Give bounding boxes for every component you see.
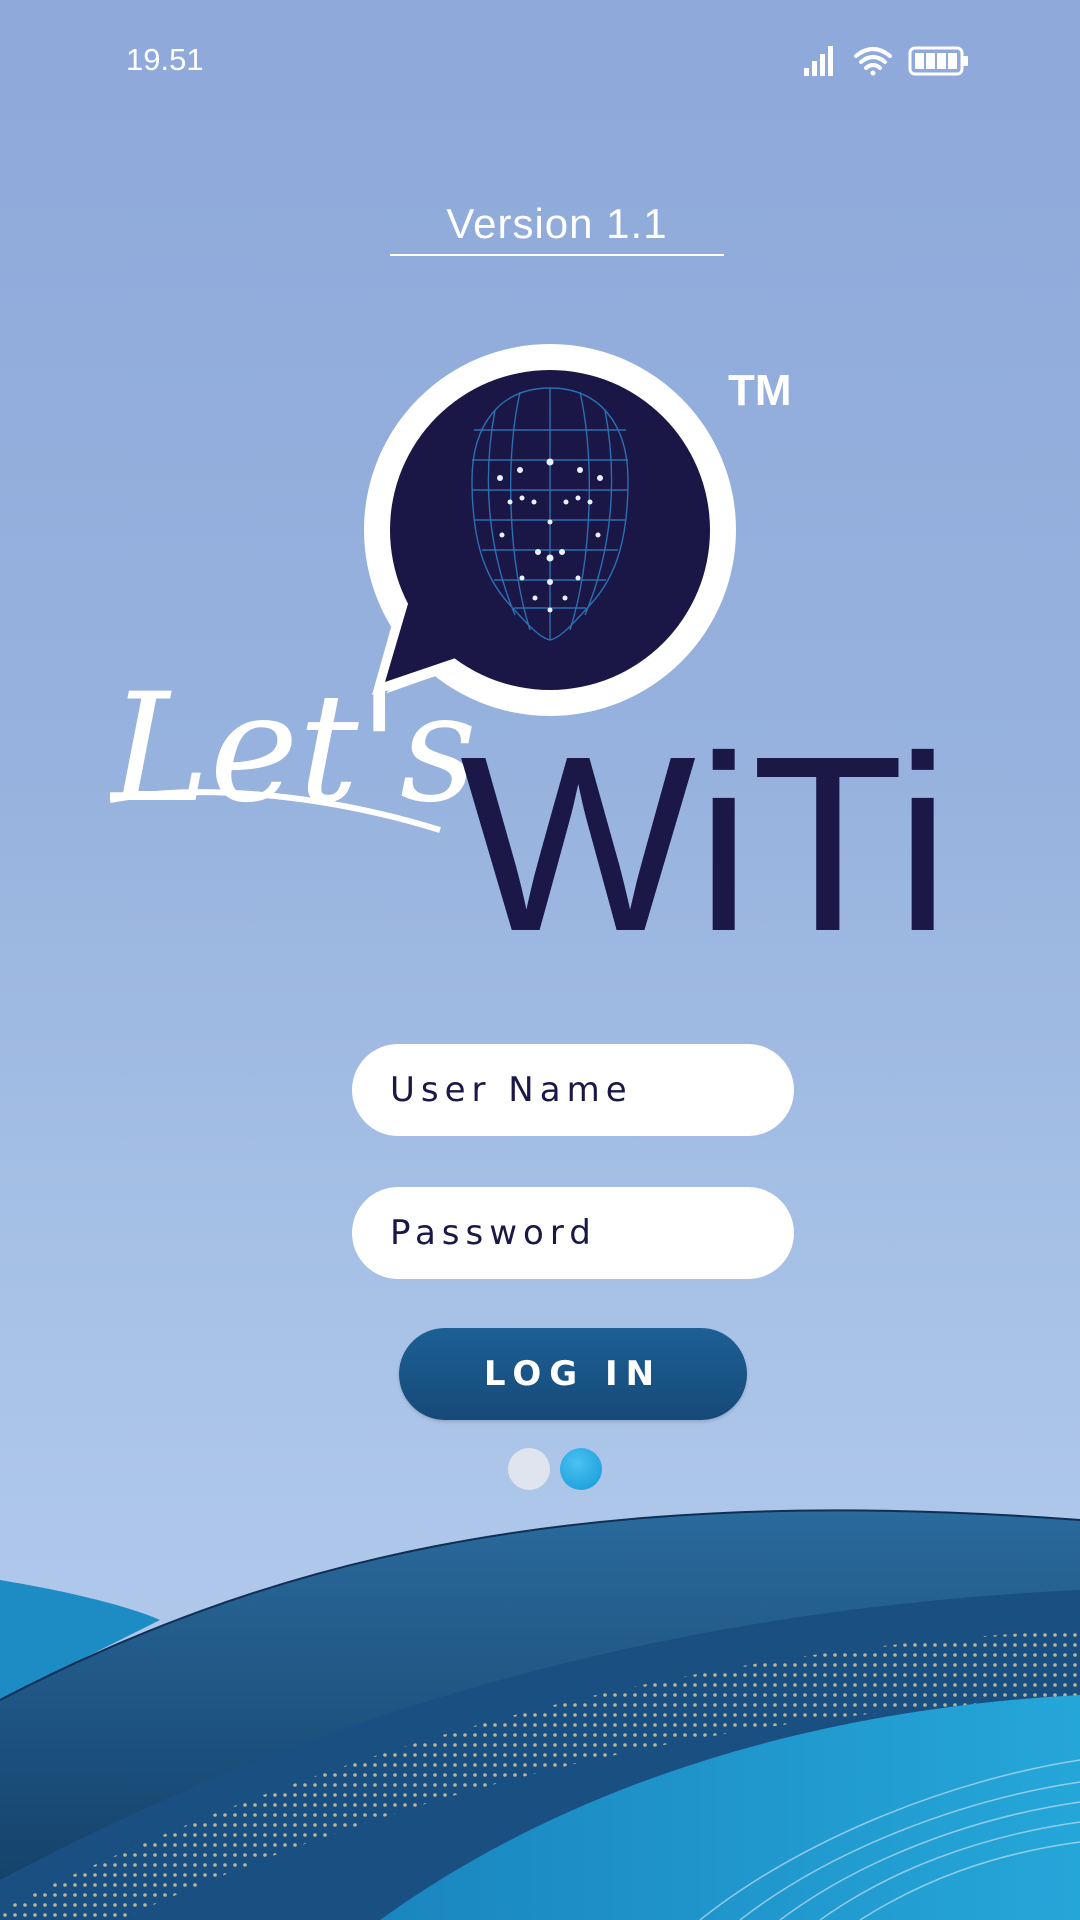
status-icons: [804, 46, 968, 76]
logo-script-text: Let's: [110, 662, 477, 836]
wifi-icon: [854, 47, 892, 76]
face-scan-chat-bubble-icon: [364, 344, 736, 716]
app-logo: TM Let's WiTi: [110, 344, 950, 950]
password-field[interactable]: [352, 1187, 794, 1279]
logo-brand-text: WiTi: [460, 704, 950, 950]
battery-icon: [908, 46, 968, 76]
login-button[interactable]: LOG IN: [399, 1328, 747, 1420]
status-time: 19.51: [126, 42, 204, 77]
trademark-mark: TM: [728, 366, 792, 415]
decorative-waves: [0, 1509, 1080, 1920]
username-field[interactable]: [352, 1044, 794, 1136]
version-label: Version 1.1: [390, 200, 724, 256]
status-bar: 19.51: [0, 0, 1080, 120]
signal-icon: [804, 46, 833, 76]
